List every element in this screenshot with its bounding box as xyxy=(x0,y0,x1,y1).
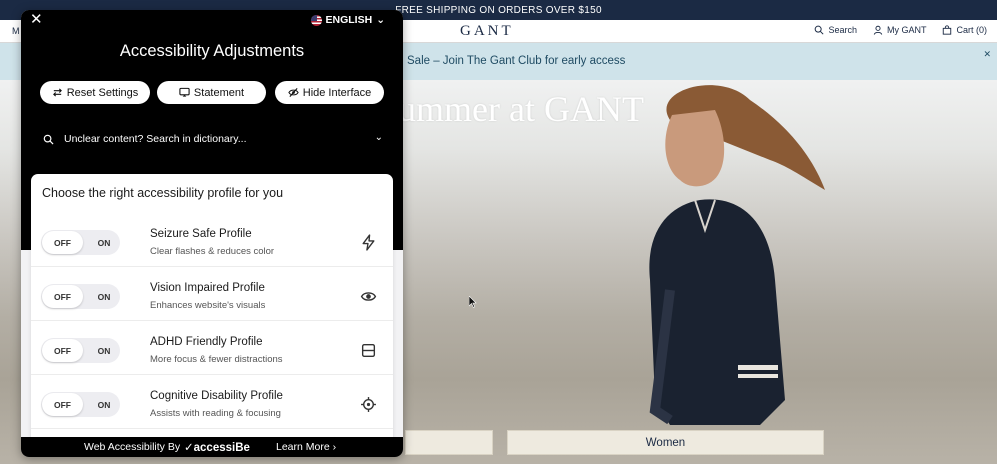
toggle-off[interactable]: OFF xyxy=(42,285,83,308)
toggle-on[interactable]: ON xyxy=(92,393,116,416)
profile-subtitle: Assists with reading & focusing xyxy=(150,408,281,419)
us-flag-icon xyxy=(310,14,322,26)
profile-title: ADHD Friendly Profile xyxy=(150,336,263,348)
accessibe-brand: accessiBe xyxy=(193,442,250,454)
toggle-on[interactable]: ON xyxy=(92,285,116,308)
dictionary-placeholder: Unclear content? Search in dictionary... xyxy=(64,133,247,145)
promo-banner-text: Sale – Join The Gant Club for early acce… xyxy=(407,55,626,67)
header-nav: Search My GANT Cart (0) xyxy=(814,25,987,35)
hero-model-image xyxy=(649,85,825,425)
toggle-on[interactable]: ON xyxy=(92,231,116,254)
hero-headline: ummer at GANT xyxy=(398,89,644,129)
toggle-off[interactable]: OFF xyxy=(42,339,83,362)
profiles-card: Choose the right accessibility profile f… xyxy=(31,174,393,457)
header-menu-label[interactable]: M xyxy=(12,26,20,36)
statement-label: Statement xyxy=(193,86,245,99)
search-icon xyxy=(815,25,824,35)
footer-text: Web Accessibility By xyxy=(84,441,181,453)
seizure-safe-toggle[interactable]: OFF ON xyxy=(41,230,120,255)
profile-title: Seizure Safe Profile xyxy=(150,228,252,240)
shipping-banner-text: FREE SHIPPING ON ORDERS OVER $150 xyxy=(395,4,602,16)
lightning-icon xyxy=(360,234,377,251)
profile-subtitle: Clear flashes & reduces color xyxy=(150,246,275,257)
hide-interface-button[interactable]: Hide Interface xyxy=(275,81,384,104)
mouse-cursor-icon xyxy=(469,296,477,308)
profile-subtitle: Enhances website's visuals xyxy=(150,300,266,311)
language-selector[interactable]: ENGLISH ⌄ xyxy=(310,14,385,26)
cart-link-label: Cart (0) xyxy=(956,25,987,35)
toggle-off[interactable]: OFF xyxy=(42,393,83,416)
statement-button[interactable]: Statement xyxy=(157,81,266,104)
hide-interface-label: Hide Interface xyxy=(302,86,372,99)
panel-footer: Web Accessibility By ✓accessiBe Learn Mo… xyxy=(21,437,403,457)
vision-impaired-toggle[interactable]: OFF ON xyxy=(41,284,120,309)
cart-link[interactable]: Cart (0) xyxy=(942,25,987,35)
profile-title: Vision Impaired Profile xyxy=(150,282,265,294)
profile-subtitle: More focus & fewer distractions xyxy=(150,354,283,365)
target-icon xyxy=(360,396,377,413)
women-button[interactable]: Women xyxy=(507,430,824,455)
focus-frame-icon xyxy=(360,342,377,359)
dictionary-search[interactable]: Unclear content? Search in dictionary...… xyxy=(43,132,383,146)
toggle-off[interactable]: OFF xyxy=(42,231,83,254)
language-label: ENGLISH xyxy=(325,14,373,26)
reset-settings-button[interactable]: Reset Settings xyxy=(40,81,150,104)
accessibility-panel: ✕ ENGLISH ⌄ Accessibility Adjustments Re… xyxy=(21,10,403,457)
search-link[interactable]: Search xyxy=(814,25,857,35)
search-icon xyxy=(43,134,54,145)
profile-row-seizure-safe: OFF ON Seizure Safe Profile Clear flashe… xyxy=(31,213,393,267)
account-link[interactable]: My GANT xyxy=(873,25,927,35)
women-button-label: Women xyxy=(645,436,686,449)
learn-more-link[interactable]: Learn More › xyxy=(276,441,336,453)
panel-title: Accessibility Adjustments xyxy=(119,42,305,60)
bag-icon xyxy=(943,25,952,35)
profiles-title: Choose the right accessibility profile f… xyxy=(42,186,284,200)
cognitive-disability-toggle[interactable]: OFF ON xyxy=(41,392,120,417)
profile-row-vision-impaired: OFF ON Vision Impaired Profile Enhances … xyxy=(31,267,393,321)
profile-title: Cognitive Disability Profile xyxy=(150,390,283,402)
profile-row-cognitive-disability: OFF ON Cognitive Disability Profile Assi… xyxy=(31,375,393,429)
user-icon xyxy=(873,25,883,35)
account-link-label: My GANT xyxy=(886,25,927,35)
eye-icon xyxy=(360,288,377,305)
statement-icon xyxy=(179,87,190,97)
accessibe-logo[interactable]: ✓accessiBe xyxy=(184,440,250,454)
search-link-label: Search xyxy=(828,25,857,35)
eye-slash-icon xyxy=(288,88,299,97)
close-icon[interactable]: ✕ xyxy=(30,12,44,27)
chevron-down-icon[interactable]: ⌄ xyxy=(375,132,383,143)
swap-arrows-icon xyxy=(52,88,62,97)
chevron-down-icon: ⌄ xyxy=(376,14,385,26)
promo-close-icon[interactable]: ✕ xyxy=(983,49,991,60)
adhd-friendly-toggle[interactable]: OFF ON xyxy=(41,338,120,363)
profile-row-adhd-friendly: OFF ON ADHD Friendly Profile More focus … xyxy=(31,321,393,375)
gant-logo[interactable]: GANT xyxy=(460,23,514,40)
men-button[interactable] xyxy=(405,430,493,455)
reset-settings-label: Reset Settings xyxy=(66,86,139,99)
toggle-on[interactable]: ON xyxy=(92,339,116,362)
